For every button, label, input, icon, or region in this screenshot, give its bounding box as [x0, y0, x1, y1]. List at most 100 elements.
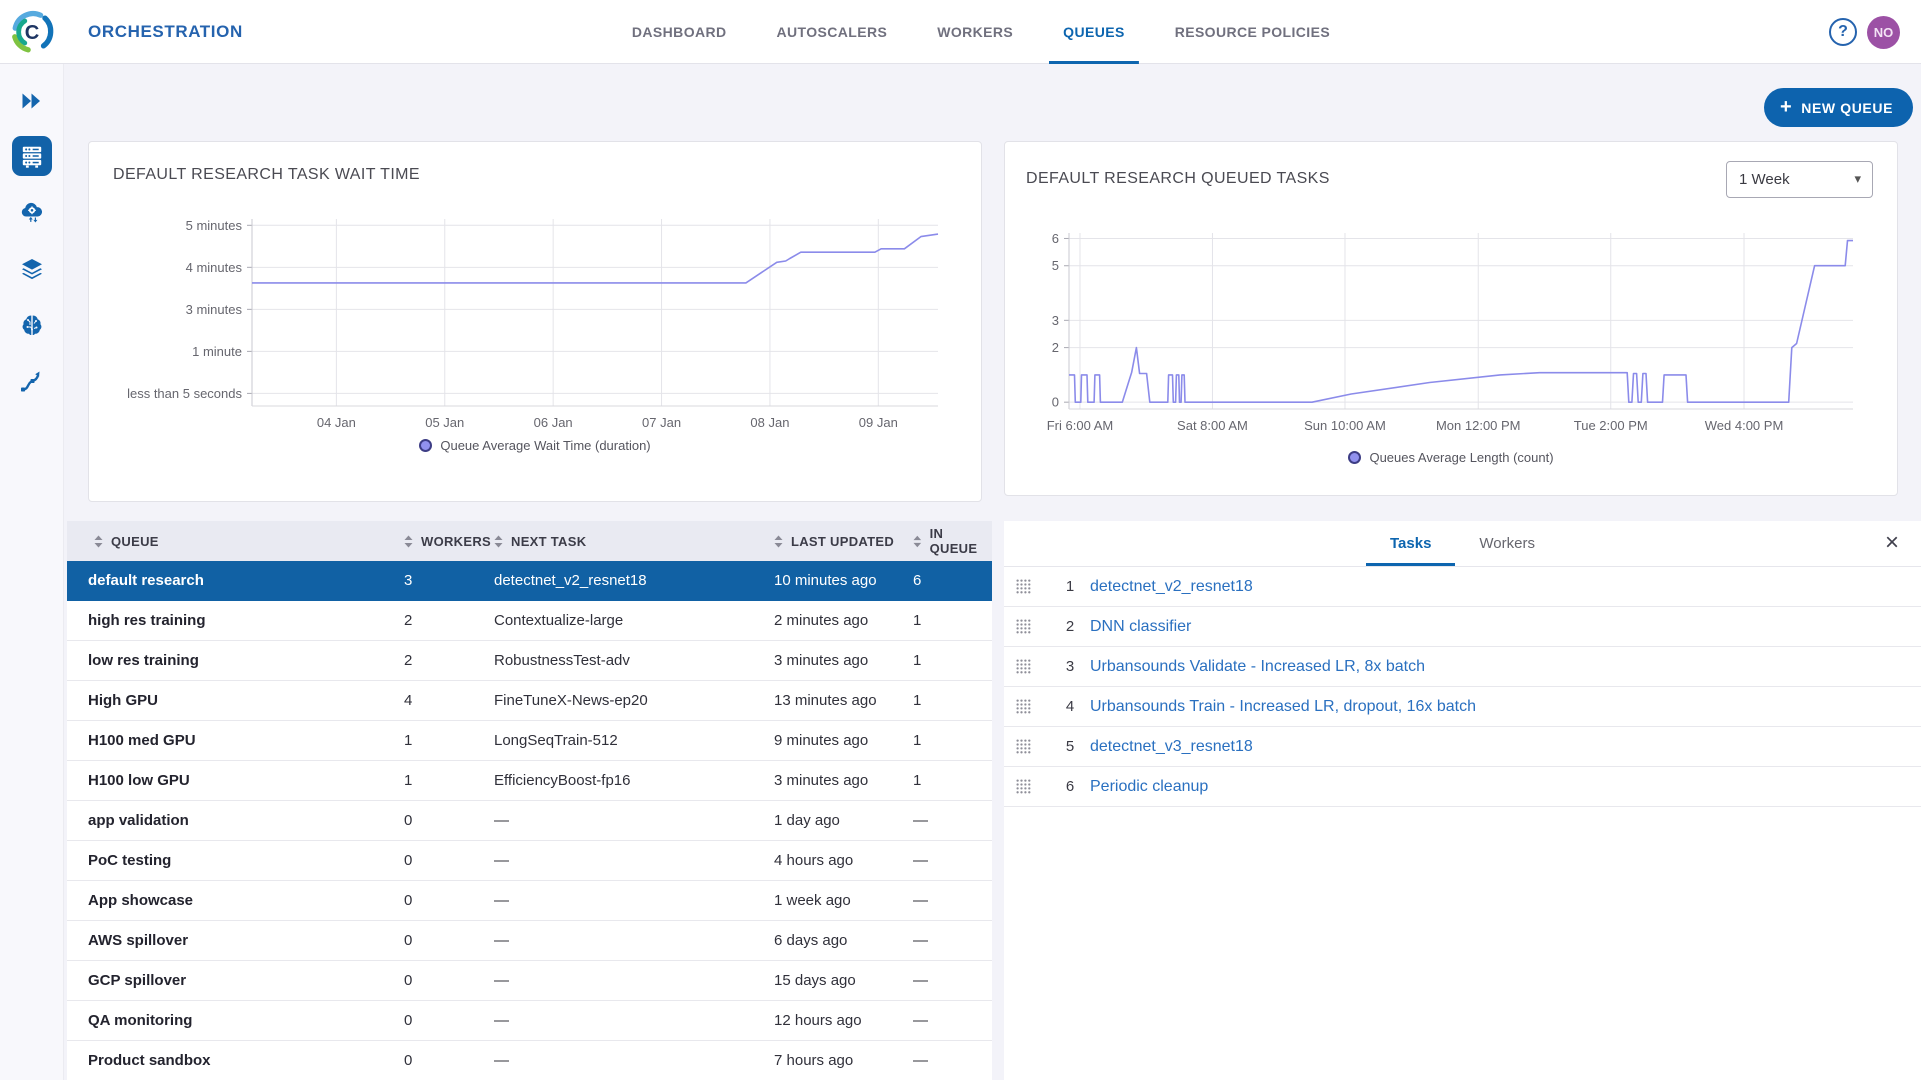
task-row-urbansounds-train-increased-lr-dropout-16x-batch: 4Urbansounds Train - Increased LR, dropo…: [1004, 687, 1921, 727]
svg-text:08 Jan: 08 Jan: [750, 415, 789, 430]
top-tab-autoscalers[interactable]: AUTOSCALERS: [763, 0, 902, 64]
new-queue-label: NEW QUEUE: [1801, 100, 1893, 116]
svg-text:Wed 4:00 PM: Wed 4:00 PM: [1705, 418, 1784, 433]
column-header-queue[interactable]: QUEUE: [94, 534, 404, 549]
help-icon[interactable]: ?: [1829, 18, 1857, 46]
queue-cell-name: H100 low GPU: [88, 772, 404, 789]
tab-workers[interactable]: Workers: [1455, 521, 1559, 566]
drag-handle-icon[interactable]: [1016, 579, 1050, 594]
queue-cell-next: FineTuneX-News-ep20: [494, 692, 774, 709]
sidebar-item-pipelines[interactable]: [12, 361, 52, 401]
task-link[interactable]: Urbansounds Validate - Increased LR, 8x …: [1090, 658, 1921, 676]
queue-cell-next: —: [494, 812, 774, 829]
queue-cell-inqueue: 1: [913, 772, 992, 789]
queue-row-aws-spillover[interactable]: AWS spillover0—6 days ago—: [67, 921, 992, 961]
sort-icon[interactable]: [774, 535, 783, 548]
new-queue-button[interactable]: + NEW QUEUE: [1764, 88, 1913, 127]
queue-row-gcp-spillover[interactable]: GCP spillover0—15 days ago—: [67, 961, 992, 1001]
queue-cell-updated: 1 day ago: [774, 812, 913, 829]
legend-label: Queues Average Length (count): [1369, 450, 1553, 465]
top-bar: C ORCHESTRATION DASHBOARD AUTOSCALERS WORK…: [0, 0, 1921, 64]
queue-row-h100-low-gpu[interactable]: H100 low GPU1EfficiencyBoost-fp163 minut…: [67, 761, 992, 801]
queue-cell-name: App showcase: [88, 892, 404, 909]
queue-cell-inqueue: —: [913, 892, 992, 909]
close-icon[interactable]: ×: [1885, 529, 1899, 557]
queued-tasks-card: DEFAULT RESEARCH QUEUED TASKS 1 Week ▾ F…: [1004, 141, 1898, 496]
wait-time-legend[interactable]: Queue Average Wait Time (duration): [89, 438, 981, 453]
column-header-in-queue[interactable]: IN QUEUE: [913, 526, 992, 556]
column-label: LAST UPDATED: [791, 534, 894, 549]
clearml-logo-icon[interactable]: C: [9, 9, 55, 55]
brain-icon: [19, 312, 45, 338]
queue-row-poc-testing[interactable]: PoC testing0—4 hours ago—: [67, 841, 992, 881]
task-position: 6: [1050, 778, 1090, 795]
svg-text:Tue 2:00 PM: Tue 2:00 PM: [1574, 418, 1648, 433]
drag-handle-icon[interactable]: [1016, 619, 1050, 634]
fast-forward-icon: [19, 88, 45, 114]
sort-icon[interactable]: [404, 535, 413, 548]
task-position: 3: [1050, 658, 1090, 675]
queue-detail-panel: Tasks Workers × 1detectnet_v2_resnet182D…: [1004, 521, 1921, 1080]
column-header-next-task[interactable]: NEXT TASK: [494, 534, 774, 549]
queue-cell-name: app validation: [88, 812, 404, 829]
sidebar-item-models[interactable]: [12, 305, 52, 345]
queue-row-app-validation[interactable]: app validation0—1 day ago—: [67, 801, 992, 841]
top-tab-queues[interactable]: QUEUES: [1049, 0, 1139, 64]
tab-tasks[interactable]: Tasks: [1366, 521, 1455, 566]
top-tab-dashboard[interactable]: DASHBOARD: [618, 0, 741, 64]
svg-text:3 minutes: 3 minutes: [186, 302, 243, 317]
svg-text:07 Jan: 07 Jan: [642, 415, 681, 430]
queue-cell-inqueue: —: [913, 1052, 992, 1069]
queue-cell-workers: 2: [404, 652, 494, 669]
queue-cell-updated: 10 minutes ago: [774, 572, 913, 589]
task-link[interactable]: detectnet_v2_resnet18: [1090, 578, 1921, 596]
sidebar-item-datasets[interactable]: [12, 249, 52, 289]
drag-handle-icon[interactable]: [1016, 739, 1050, 754]
queue-row-high-res-training[interactable]: high res training2Contextualize-large2 m…: [67, 601, 992, 641]
queue-row-qa-monitoring[interactable]: QA monitoring0—12 hours ago—: [67, 1001, 992, 1041]
column-header-last-updated[interactable]: LAST UPDATED: [774, 534, 913, 549]
queue-row-high-gpu[interactable]: High GPU4FineTuneX-News-ep2013 minutes a…: [67, 681, 992, 721]
top-tab-workers[interactable]: WORKERS: [923, 0, 1027, 64]
queue-row-default-research[interactable]: default research3detectnet_v2_resnet1810…: [67, 561, 992, 601]
top-tabs: DASHBOARD AUTOSCALERS WORKERS QUEUES RESOURC…: [618, 0, 1344, 64]
sort-icon[interactable]: [94, 535, 103, 548]
task-link[interactable]: DNN classifier: [1090, 618, 1921, 636]
svg-text:Mon 12:00 PM: Mon 12:00 PM: [1436, 418, 1521, 433]
sidebar-item-apps[interactable]: [12, 81, 52, 121]
sort-icon[interactable]: [494, 535, 503, 548]
queue-row-app-showcase[interactable]: App showcase0—1 week ago—: [67, 881, 992, 921]
queue-cell-name: PoC testing: [88, 852, 404, 869]
column-header-workers[interactable]: WORKERS: [404, 534, 494, 549]
drag-handle-icon[interactable]: [1016, 779, 1050, 794]
queues-table-header: QUEUEWORKERSNEXT TASK LAST UPDATED IN QUEU…: [67, 521, 992, 561]
queue-cell-updated: 13 minutes ago: [774, 692, 913, 709]
svg-text:06 Jan: 06 Jan: [534, 415, 573, 430]
queue-cell-next: —: [494, 1052, 774, 1069]
drag-handle-icon[interactable]: [1016, 699, 1050, 714]
queue-cell-updated: 2 minutes ago: [774, 612, 913, 629]
queue-cell-updated: 4 hours ago: [774, 852, 913, 869]
task-link[interactable]: detectnet_v3_resnet18: [1090, 738, 1921, 756]
queued-tasks-legend[interactable]: Queues Average Length (count): [1005, 450, 1897, 465]
page-title: ORCHESTRATION: [88, 0, 243, 64]
drag-handle-icon[interactable]: [1016, 659, 1050, 674]
task-link[interactable]: Periodic cleanup: [1090, 778, 1921, 796]
queue-cell-workers: 2: [404, 612, 494, 629]
queue-cell-next: —: [494, 1012, 774, 1029]
task-position: 2: [1050, 618, 1090, 635]
sort-icon[interactable]: [913, 535, 922, 548]
queue-row-product-sandbox[interactable]: Product sandbox0—7 hours ago—: [67, 1041, 992, 1080]
queue-cell-workers: 0: [404, 932, 494, 949]
queue-cell-workers: 0: [404, 1012, 494, 1029]
sidebar-item-orchestration[interactable]: [12, 136, 52, 176]
avatar[interactable]: NO: [1867, 16, 1900, 49]
task-link[interactable]: Urbansounds Train - Increased LR, dropou…: [1090, 698, 1921, 716]
queue-row-h100-med-gpu[interactable]: H100 med GPU1LongSeqTrain-5129 minutes a…: [67, 721, 992, 761]
top-tab-resource-policies[interactable]: RESOURCE POLICIES: [1161, 0, 1344, 64]
sidebar-item-cloud-autoscaler[interactable]: [12, 192, 52, 232]
queue-cell-inqueue: 6: [913, 572, 992, 589]
layers-icon: [19, 256, 45, 282]
queue-cell-inqueue: —: [913, 1012, 992, 1029]
queue-row-low-res-training[interactable]: low res training2RobustnessTest-adv3 min…: [67, 641, 992, 681]
